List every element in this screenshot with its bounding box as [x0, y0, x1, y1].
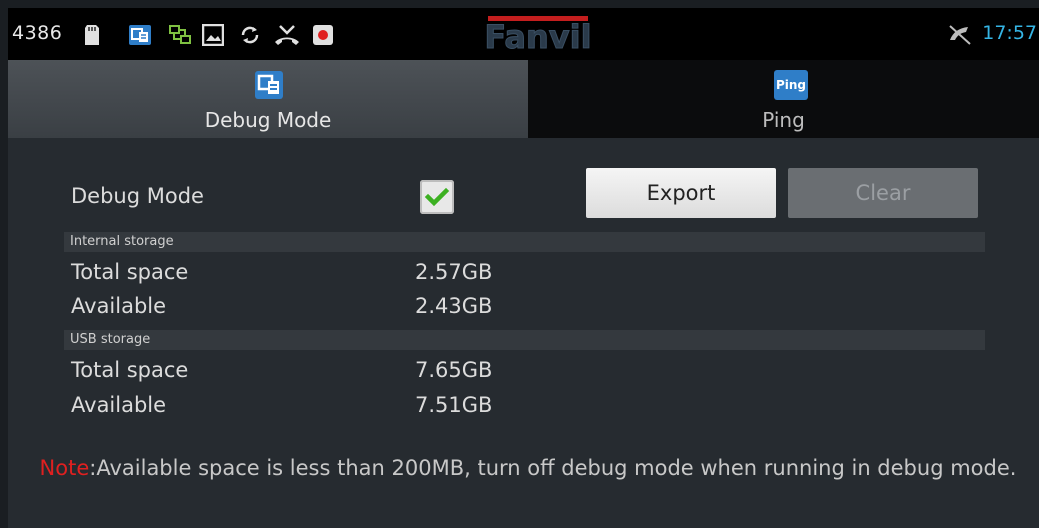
tab-ping[interactable]: Ping Ping: [528, 60, 1039, 138]
internal-available-label: Available: [71, 294, 167, 318]
usb-total-label: Total space: [71, 358, 189, 382]
internal-total-value: 2.57GB: [415, 260, 493, 284]
mute-icon: [949, 25, 971, 45]
note-text: :Available space is less than 200MB, tur…: [89, 456, 1017, 480]
clear-button[interactable]: Clear: [788, 168, 978, 218]
internal-available-value: 2.43GB: [415, 294, 493, 318]
debug-mode-icon: [255, 71, 283, 99]
clock: 17:57: [982, 22, 1037, 44]
missed-call-icon: [275, 25, 299, 45]
tab-bar: Debug Mode Ping Ping: [8, 60, 1039, 138]
fanvil-logo: Fanvil: [484, 16, 592, 54]
usb-storage-header: USB storage: [64, 330, 985, 350]
tab-ping-label: Ping: [762, 108, 805, 132]
note-prefix: Note: [39, 456, 90, 480]
sd-card-icon: [85, 25, 99, 45]
check-icon: [424, 187, 450, 207]
tab-debug-mode-label: Debug Mode: [204, 108, 332, 132]
storage-note: Note:Available space is less than 200MB,…: [28, 453, 1028, 484]
usb-available-label: Available: [71, 393, 167, 417]
internal-storage-header: Internal storage: [64, 232, 985, 252]
svg-text:Fanvil: Fanvil: [484, 18, 591, 54]
image-icon: [202, 24, 224, 46]
debug-mode-icon: [129, 25, 151, 45]
debug-mode-checkbox[interactable]: [420, 180, 454, 214]
ping-icon: Ping: [774, 70, 808, 100]
usb-total-value: 7.65GB: [415, 358, 493, 382]
sync-icon: [241, 26, 259, 44]
extension-number: 4386: [12, 22, 63, 44]
debug-panel: Debug Mode Export Clear Internal storage…: [8, 138, 1039, 528]
status-bar: 4386 Fanvil 17:57: [8, 8, 1039, 60]
app-frame: 4386 Fanvil 17:57 Debug Mode Ping Ping D…: [8, 8, 1039, 528]
usb-available-value: 7.51GB: [415, 393, 493, 417]
network-icon: [169, 25, 191, 44]
debug-mode-label: Debug Mode: [71, 184, 204, 208]
internal-total-label: Total space: [71, 260, 189, 284]
export-button[interactable]: Export: [586, 168, 776, 218]
record-icon: [313, 25, 333, 45]
tab-debug-mode[interactable]: Debug Mode: [8, 60, 530, 138]
